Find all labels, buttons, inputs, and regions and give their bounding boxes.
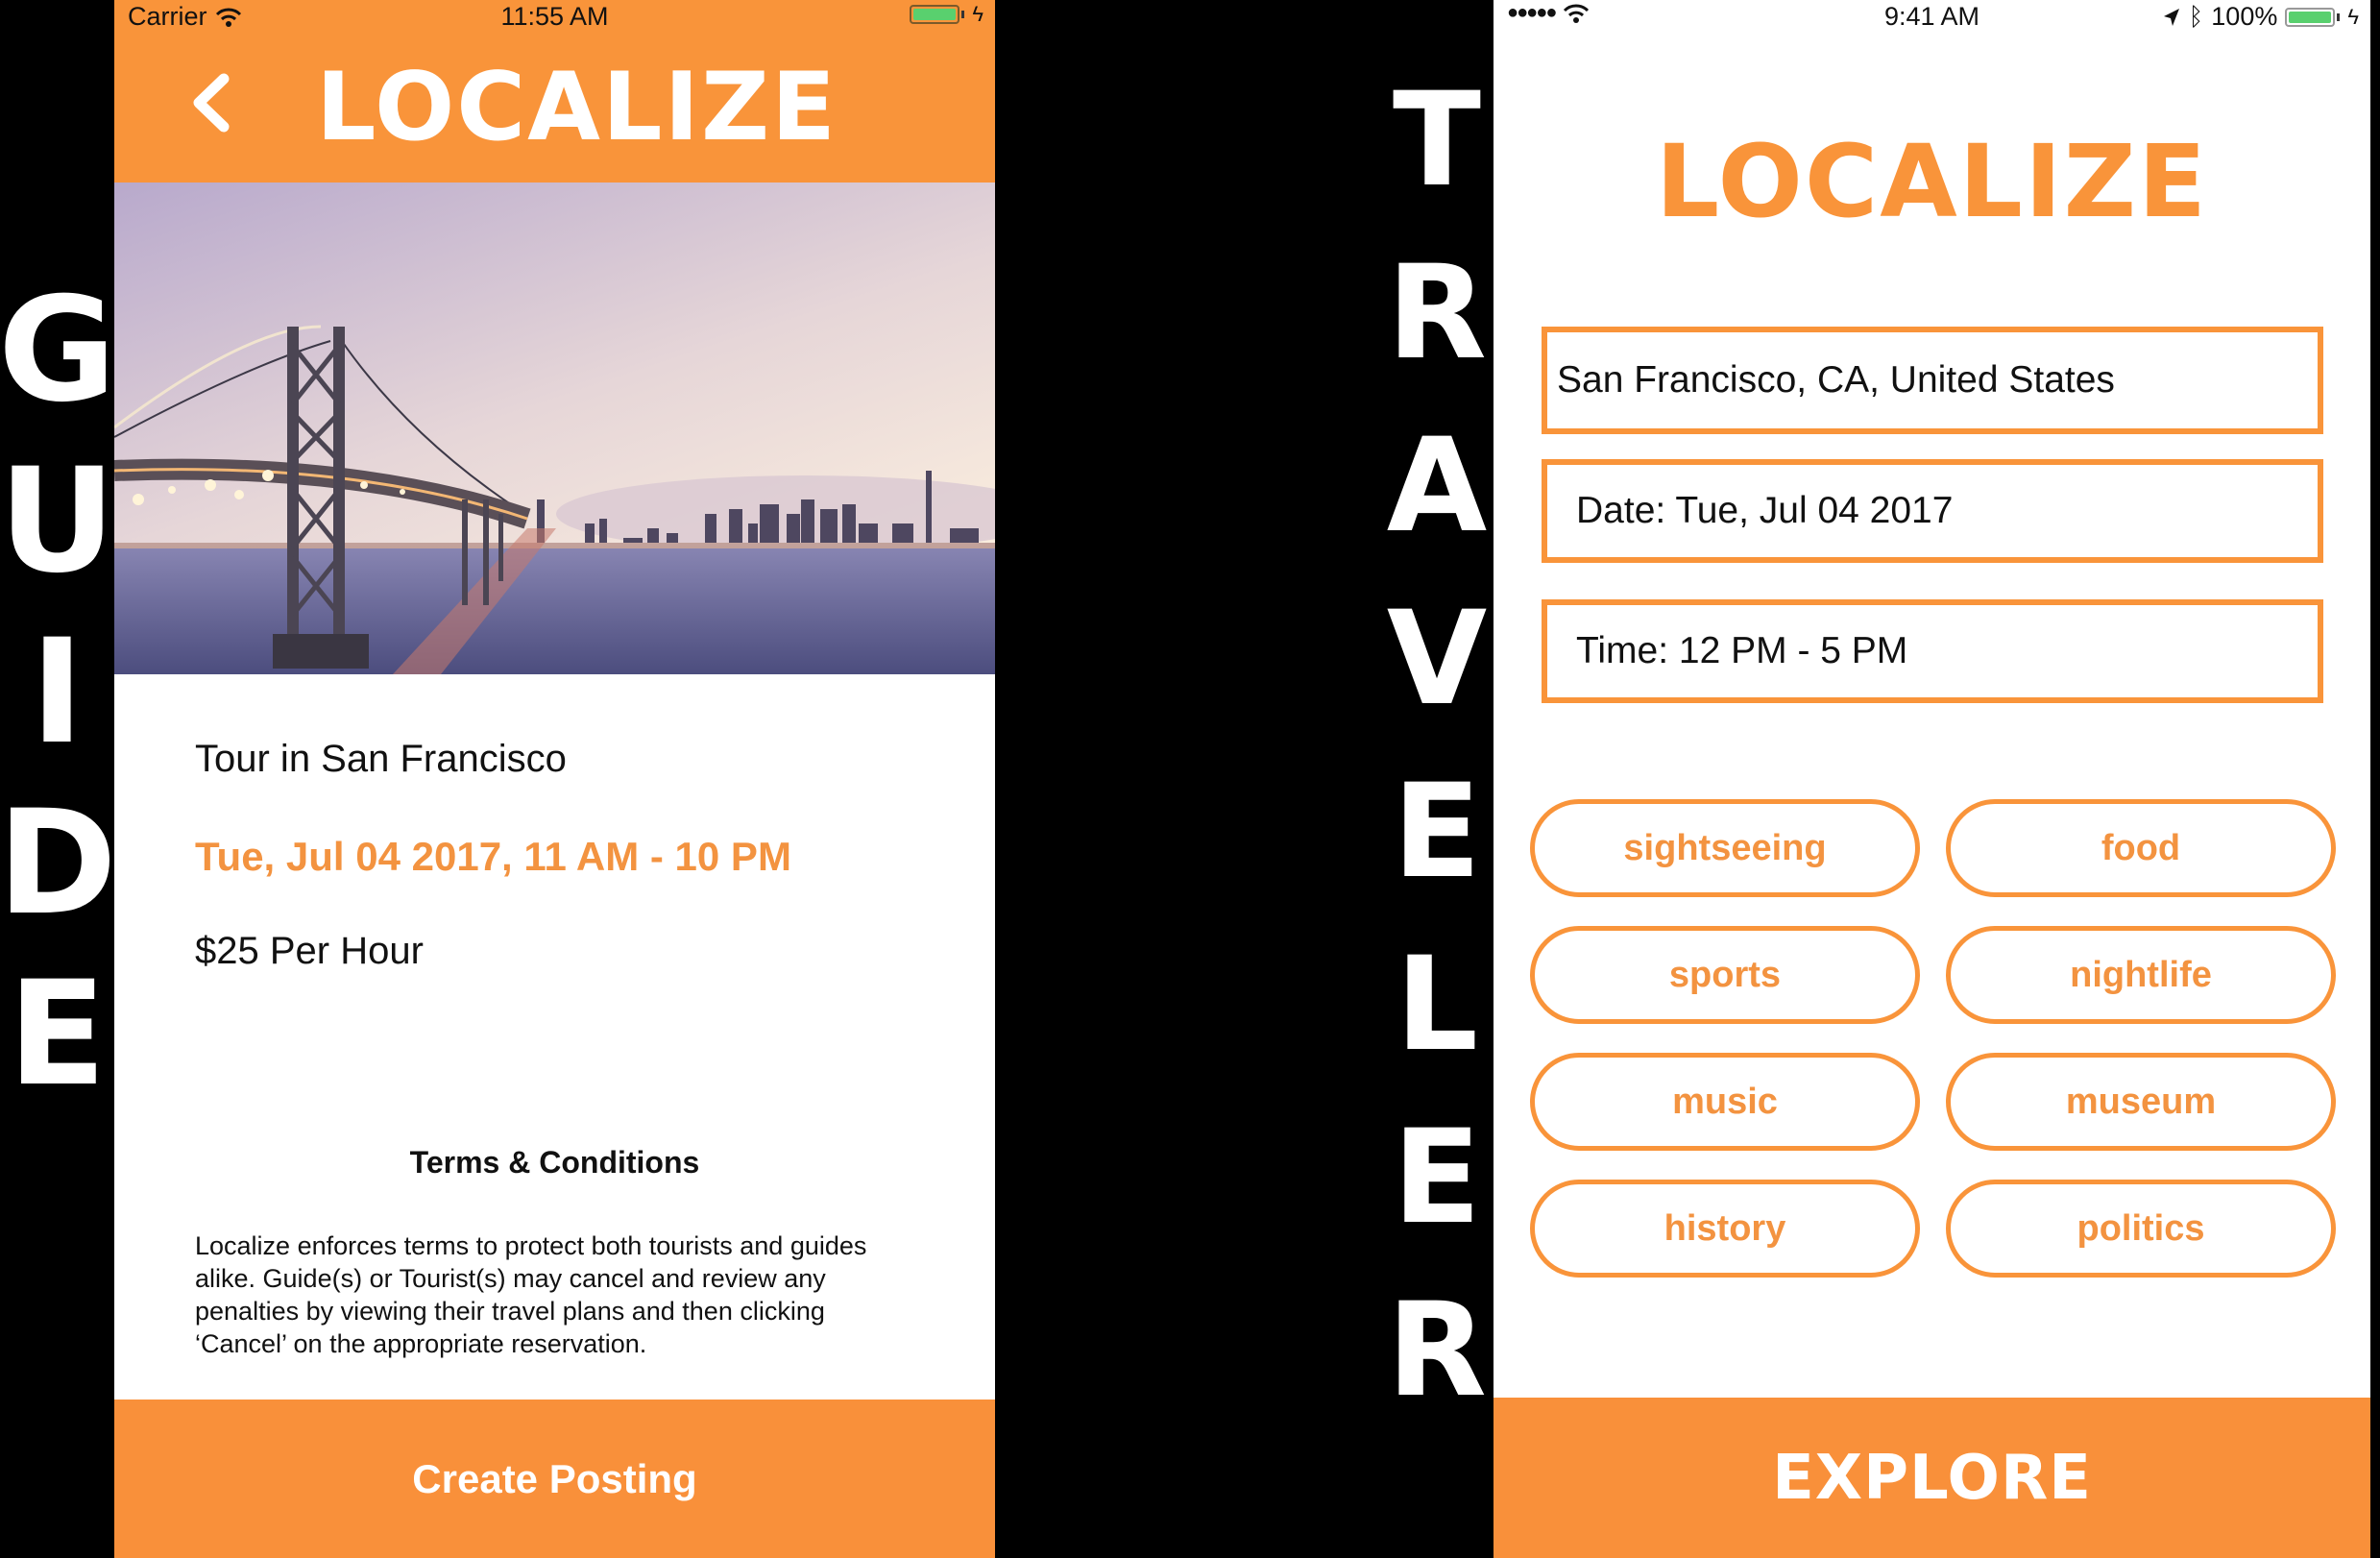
location-field[interactable]: San Francisco, CA, United States xyxy=(1542,327,2323,434)
label-letter: E xyxy=(8,951,107,1118)
create-posting-button[interactable]: Create Posting xyxy=(114,1400,995,1558)
app-logo: LOCALIZE xyxy=(1655,123,2209,240)
status-time: 11:55 AM xyxy=(500,2,609,31)
guide-vertical-label: G U I D E xyxy=(0,267,117,1133)
terms-heading: Terms & Conditions xyxy=(409,1145,700,1180)
label-letter: R xyxy=(1387,237,1487,388)
charging-icon: ϟ xyxy=(2347,4,2359,29)
interest-sightseeing[interactable]: sightseeing xyxy=(1530,799,1920,897)
label-letter: U xyxy=(0,438,116,605)
status-bar: Carrier 11:55 AM ϟ xyxy=(114,0,995,35)
explore-button[interactable]: EXPLORE xyxy=(1494,1398,2370,1558)
traveler-vertical-label: T R A V E L E R xyxy=(1379,75,1494,1458)
location-value: San Francisco, CA, United States xyxy=(1557,359,2115,401)
label-letter: A xyxy=(1386,410,1488,561)
battery-percent: 100% xyxy=(2211,2,2278,31)
location-arrow-icon xyxy=(2163,8,2179,26)
terms-body: Localize enforces terms to protect both … xyxy=(195,1231,867,1358)
interest-sports[interactable]: sports xyxy=(1530,926,1920,1024)
chevron-left-icon xyxy=(193,73,230,133)
interest-history[interactable]: history xyxy=(1530,1180,1920,1278)
time-field[interactable]: Time: 12 PM - 5 PM xyxy=(1542,599,2323,703)
time-value: Time: 12 PM - 5 PM xyxy=(1576,630,1908,671)
label-letter: R xyxy=(1387,1275,1487,1425)
interest-nightlife[interactable]: nightlife xyxy=(1946,926,2336,1024)
interest-music[interactable]: music xyxy=(1530,1053,1920,1151)
label-letter: T xyxy=(1392,64,1482,215)
label-letter: E xyxy=(1392,1102,1482,1253)
status-bar: ●●●●● 9:41 AM ᛒ 100% ϟ xyxy=(1494,0,2370,42)
label-letter: E xyxy=(1392,756,1482,907)
date-value: Date: Tue, Jul 04 2017 xyxy=(1576,490,1954,531)
nav-header: Carrier 11:55 AM ϟ LOCALIZE xyxy=(114,0,995,183)
guide-screen: Carrier 11:55 AM ϟ LOCALIZE Tour in San … xyxy=(114,0,995,1558)
charging-icon: ϟ xyxy=(972,2,984,26)
label-letter: L xyxy=(1395,929,1479,1080)
label-letter: D xyxy=(0,780,117,947)
label-letter: G xyxy=(0,267,117,434)
tour-price: $25 Per Hour xyxy=(195,930,424,972)
date-field[interactable]: Date: Tue, Jul 04 2017 xyxy=(1542,459,2323,563)
battery-icon xyxy=(910,5,960,24)
back-button[interactable] xyxy=(182,60,239,146)
hero-image xyxy=(114,183,995,674)
label-letter: I xyxy=(30,609,85,776)
battery-icon xyxy=(2285,7,2336,27)
tour-datetime: Tue, Jul 04 2017, 11 AM - 10 PM xyxy=(195,834,791,879)
traveler-screen: ●●●●● 9:41 AM ᛒ 100% ϟ LOCALIZE San Fran… xyxy=(1494,0,2370,1558)
interest-museum[interactable]: museum xyxy=(1946,1053,2336,1151)
tour-title: Tour in San Francisco xyxy=(195,738,567,780)
interest-food[interactable]: food xyxy=(1946,799,2336,897)
interest-politics[interactable]: politics xyxy=(1946,1180,2336,1278)
bluetooth-icon: ᛒ xyxy=(2188,2,2204,31)
label-letter: V xyxy=(1386,583,1488,734)
header-title: LOCALIZE xyxy=(316,53,838,162)
